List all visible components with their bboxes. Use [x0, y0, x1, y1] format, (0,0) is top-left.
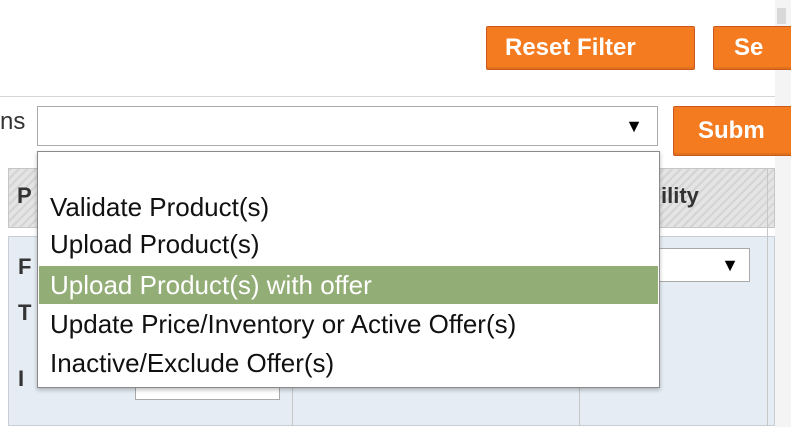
chevron-down-icon: ▼ — [625, 116, 643, 136]
reset-filter-button[interactable]: Reset Filter — [486, 26, 695, 70]
dropdown-option-validate[interactable]: Validate Product(s) — [39, 188, 658, 226]
grid-row-label: T — [18, 300, 32, 325]
divider — [0, 96, 775, 97]
actions-dropdown-list[interactable]: Validate Product(s) Upload Product(s) Up… — [37, 151, 660, 388]
submit-button[interactable]: Subm — [673, 106, 791, 156]
grid-header-visibility[interactable]: ility — [661, 183, 699, 209]
actions-label: ns — [0, 108, 26, 135]
actions-select[interactable]: ▼ — [37, 106, 658, 146]
grid-row-label: F — [18, 254, 32, 279]
search-button[interactable]: Se — [713, 26, 791, 70]
dropdown-option-update-price[interactable]: Update Price/Inventory or Active Offer(s… — [39, 305, 658, 343]
grid-row-label: I — [18, 366, 25, 391]
grid-column-divider — [767, 168, 768, 426]
dropdown-option-inactive-exclude[interactable]: Inactive/Exclude Offer(s) — [39, 344, 658, 382]
visibility-filter-select[interactable]: ▼ — [655, 248, 750, 282]
scrollbar-handle[interactable] — [777, 8, 786, 24]
chevron-down-icon: ▼ — [721, 255, 739, 275]
dropdown-option-upload-with-offer[interactable]: Upload Product(s) with offer — [39, 266, 658, 304]
dropdown-option-upload[interactable]: Upload Product(s) — [39, 225, 658, 263]
grid-header-col-1: P — [17, 183, 32, 208]
dropdown-option-empty[interactable] — [39, 152, 658, 190]
